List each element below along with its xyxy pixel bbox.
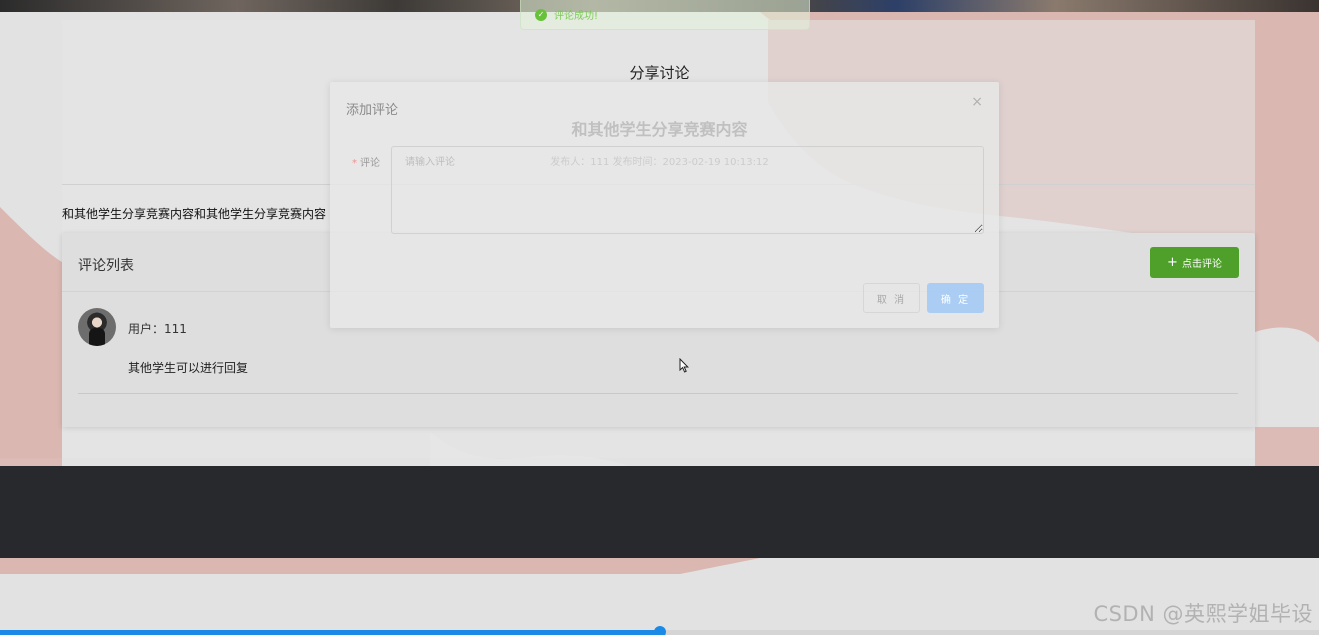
success-toast: ✓ 评论成功! — [520, 0, 810, 30]
toast-message: 评论成功! — [554, 11, 599, 22]
add-comment-button[interactable]: + 点击评论 — [1150, 247, 1239, 278]
watermark: CSDN @英熙学姐毕设 — [1093, 602, 1313, 626]
avatar — [78, 308, 116, 346]
comment-list-title: 评论列表 — [78, 258, 134, 274]
add-comment-dialog: 添加评论 × *评论 取 消 确 定 — [330, 82, 999, 328]
comment-user: 用户：111 — [128, 322, 187, 336]
comment-divider — [78, 393, 1238, 394]
video-progress-handle[interactable] — [653, 626, 666, 635]
footer-band — [0, 466, 1319, 558]
comment-field-label: * 评论 — [352, 154, 380, 169]
video-progress-bar[interactable] — [0, 626, 1319, 635]
page-title: 分享讨论 — [629, 64, 690, 82]
check-circle-icon: ✓ — [535, 8, 547, 21]
cancel-button[interactable]: 取 消 — [863, 283, 920, 313]
plus-icon: + — [1167, 255, 1178, 270]
comment-field-label-text: 评论 — [360, 158, 380, 169]
add-comment-label: 点击评论 — [1181, 259, 1222, 270]
video-progress-fill — [0, 630, 660, 635]
comment-text: 其他学生可以进行回复 — [128, 361, 249, 375]
confirm-button[interactable]: 确 定 — [927, 283, 984, 313]
post-body: 和其他学生分享竞赛内容和其他学生分享竞赛内容 — [62, 207, 327, 221]
comment-textarea[interactable] — [391, 146, 984, 234]
mouse-pointer-icon — [679, 358, 689, 373]
dialog-title: 添加评论 — [346, 103, 399, 118]
close-icon[interactable]: × — [971, 94, 983, 110]
required-mark: * — [352, 158, 357, 169]
